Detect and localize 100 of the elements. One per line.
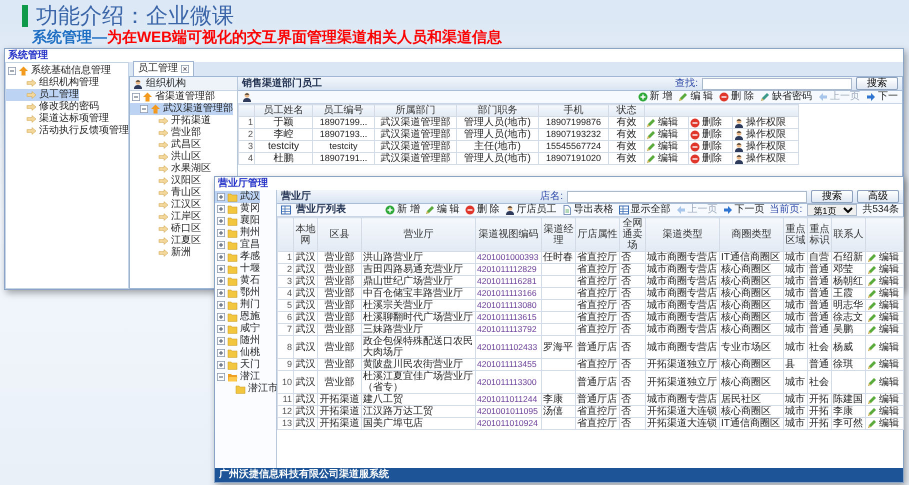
tree-item[interactable]: 营业部 xyxy=(130,127,201,139)
search-button[interactable]: 搜索 xyxy=(856,77,898,90)
tree-item[interactable]: 宜昌 xyxy=(215,239,260,251)
tree-item[interactable]: 员工管理 xyxy=(6,89,79,101)
table-cell: 否 xyxy=(620,370,646,394)
tree-item[interactable]: 鄂州 xyxy=(215,287,260,299)
expand-toggle[interactable] xyxy=(217,313,225,321)
collapse-toggle[interactable] xyxy=(140,105,148,113)
expand-toggle[interactable] xyxy=(217,349,225,357)
tree-item[interactable]: 十堰 xyxy=(215,263,260,275)
minus-circle-button[interactable]: 删 除 xyxy=(464,204,500,216)
tree-item[interactable]: 组织机构管理 xyxy=(6,77,99,89)
tree-item[interactable]: 江汉区 xyxy=(130,199,201,211)
tree-item[interactable]: 随州 xyxy=(215,335,260,347)
table-cell: 管理人员(地市) xyxy=(456,116,538,128)
folder-icon xyxy=(227,240,238,250)
tree-item[interactable]: 潜江 xyxy=(215,371,260,383)
pencil-button[interactable]: 编 辑 xyxy=(678,91,714,103)
tree-item[interactable]: 渠道达标项管理 xyxy=(6,113,109,125)
tree-item[interactable]: 武汉 xyxy=(215,191,260,203)
tree-item[interactable]: 修改我的密码 xyxy=(6,101,99,113)
collapse-toggle[interactable] xyxy=(8,67,16,75)
tree-item[interactable]: 青山区 xyxy=(130,187,201,199)
table-cell: 武汉 xyxy=(294,394,318,406)
tree-item[interactable]: 天门 xyxy=(215,359,260,371)
arrow-right-button[interactable]: 下一页 xyxy=(722,204,765,216)
tree-item[interactable]: 洪山区 xyxy=(130,151,201,163)
tree-item[interactable]: 汉阳区 xyxy=(130,175,201,187)
search-field[interactable] xyxy=(702,78,852,90)
minus-circle-button[interactable]: 删 除 xyxy=(719,91,754,103)
tree-item[interactable]: 黄冈 xyxy=(215,203,260,215)
expand-toggle[interactable] xyxy=(217,217,225,225)
expand-toggle[interactable] xyxy=(217,205,225,213)
tree-item[interactable]: 水果湖区 xyxy=(130,163,211,175)
pencil-icon xyxy=(678,92,688,102)
tree-item[interactable]: 省渠道管理部 xyxy=(130,91,215,103)
tree-item[interactable]: 襄阳 xyxy=(215,215,260,227)
arrow-left-icon xyxy=(818,92,828,102)
tree-item[interactable]: 系统基础信息管理 xyxy=(6,65,111,77)
tree-item[interactable]: 江夏区 xyxy=(130,235,201,247)
tree-item[interactable]: 荆州 xyxy=(215,227,260,239)
table-cell: 武汉渠道管理部 xyxy=(374,140,456,152)
table-cell: 江汉路万达工贸 xyxy=(362,406,476,418)
page-select[interactable]: 第1页 xyxy=(807,204,858,216)
plus-button[interactable]: 新 增 xyxy=(638,91,672,103)
expand-toggle[interactable] xyxy=(217,229,225,237)
expand-toggle[interactable] xyxy=(217,241,225,249)
table-cell: 任时春 xyxy=(542,252,576,264)
expand-toggle[interactable] xyxy=(217,253,225,261)
table-cell: 4201011113300 xyxy=(476,370,542,394)
tree-item[interactable]: 孝感 xyxy=(215,251,260,263)
folder-icon xyxy=(227,348,238,358)
person-button[interactable]: 厅店员工 xyxy=(504,204,557,216)
table-cell: 开拓 xyxy=(808,406,832,418)
table-cell: 省直控厅 xyxy=(576,358,620,370)
expand-toggle[interactable] xyxy=(217,193,225,201)
collapse-toggle[interactable] xyxy=(132,93,140,101)
tree-item[interactable]: 荆门 xyxy=(215,299,260,311)
row-number: 4 xyxy=(238,152,254,164)
tree-item[interactable]: 潜江市 xyxy=(215,383,278,395)
expand-toggle[interactable] xyxy=(217,289,225,297)
tree-item[interactable]: 武汉渠道管理部 xyxy=(130,103,233,115)
document-button[interactable]: 导出表格 xyxy=(562,204,614,216)
grid-button[interactable]: 显示全部 xyxy=(618,204,671,216)
expand-toggle[interactable] xyxy=(217,337,225,345)
search-field[interactable] xyxy=(567,190,807,202)
pencil-button[interactable]: 编 辑 xyxy=(424,204,460,216)
tab[interactable]: 员工管理 xyxy=(133,61,194,76)
plus-button[interactable]: 新 增 xyxy=(385,204,420,216)
expand-toggle[interactable] xyxy=(217,325,225,333)
tree-item[interactable]: 武昌区 xyxy=(130,139,201,151)
expand-toggle[interactable] xyxy=(217,265,225,273)
row-number: 6 xyxy=(278,312,294,324)
advanced-button[interactable]: 高级 xyxy=(857,190,899,203)
collapse-toggle[interactable] xyxy=(217,373,225,381)
tree-item[interactable]: 新洲 xyxy=(130,247,191,259)
column-header: 联系人 xyxy=(832,218,866,252)
table-cell: 城市 xyxy=(784,370,808,394)
expand-toggle[interactable] xyxy=(217,277,225,285)
tree-item[interactable]: 恩施 xyxy=(215,311,260,323)
tree-item[interactable]: 仙桃 xyxy=(215,347,260,359)
folder-icon xyxy=(227,312,238,322)
search-button[interactable]: 搜索 xyxy=(811,190,853,203)
close-icon[interactable] xyxy=(181,65,189,73)
tree-item[interactable]: 开拓渠道 xyxy=(130,115,211,127)
arrow-right-button[interactable]: 下一 xyxy=(866,91,898,103)
tree-item[interactable]: 黄石 xyxy=(215,275,260,287)
table-cell: 营业部 xyxy=(318,252,362,264)
tree-item[interactable]: 硚口区 xyxy=(130,223,201,235)
table-cell: 4201011116281 xyxy=(476,276,542,288)
tree-item[interactable]: 咸宁 xyxy=(215,323,260,335)
expand-toggle[interactable] xyxy=(217,361,225,369)
tree-item[interactable]: 活动执行反馈项管理 xyxy=(6,125,129,137)
row-number: 2 xyxy=(278,264,294,276)
pencil-button[interactable]: 缺省密码 xyxy=(760,91,812,103)
expand-toggle[interactable] xyxy=(217,301,225,309)
table-cell: 省直控厅 xyxy=(576,324,620,336)
table-cell: 省直控厅 xyxy=(576,288,620,300)
table-cell: 城市商圈专营店 xyxy=(646,276,720,288)
tree-item[interactable]: 江岸区 xyxy=(130,211,201,223)
